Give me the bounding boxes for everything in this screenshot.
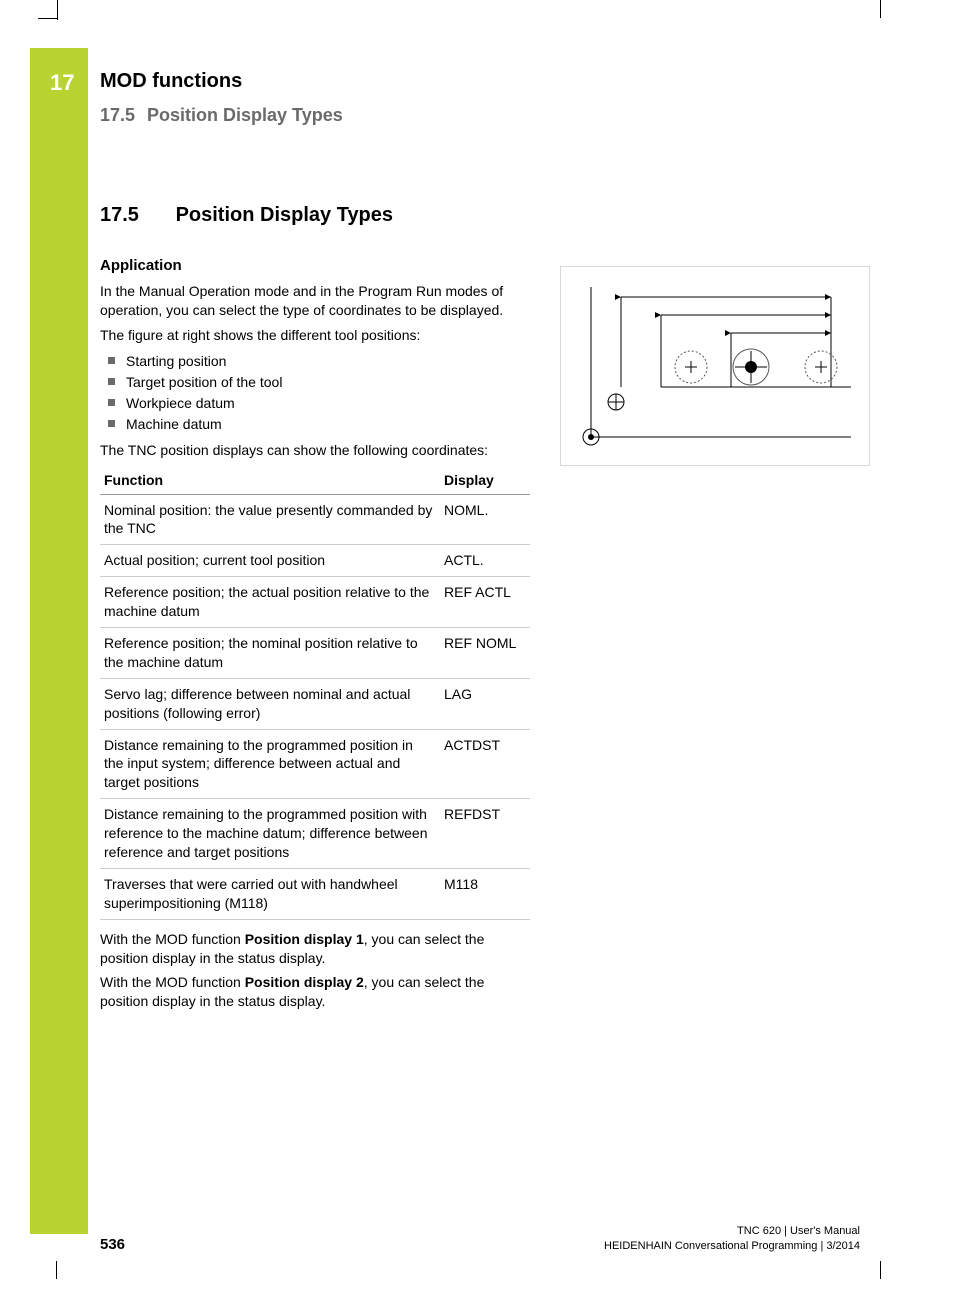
paragraph: With the MOD function Position display 2… [100, 973, 530, 1011]
cell-display: LAG [440, 678, 530, 729]
section-number: 17.5 [100, 204, 170, 227]
cell-function: Traverses that were carried out with han… [100, 868, 440, 919]
main-content: 17.5 Position Display Types Application … [100, 204, 530, 1017]
cell-display: REF ACTL [440, 577, 530, 628]
cell-function: Distance remaining to the programmed pos… [100, 729, 440, 799]
section-heading: 17.5 Position Display Types [100, 204, 530, 227]
table-header-function: Function [100, 466, 440, 495]
bold-term: Position display 2 [245, 974, 364, 990]
text: With the MOD function [100, 974, 245, 990]
table-row: Distance remaining to the programmed pos… [100, 799, 530, 869]
cell-display: ACTDST [440, 729, 530, 799]
crop-mark [880, 1259, 900, 1279]
cell-display: REF NOML [440, 628, 530, 679]
footer-line: HEIDENHAIN Conversational Programming | … [604, 1239, 860, 1253]
table-row: Nominal position: the value presently co… [100, 494, 530, 545]
cell-function: Actual position; current tool position [100, 545, 440, 577]
table-row: Traverses that were carried out with han… [100, 868, 530, 919]
footer-right: TNC 620 | User's Manual HEIDENHAIN Conve… [604, 1224, 860, 1253]
crop-mark [38, 0, 58, 20]
bold-term: Position display 1 [245, 931, 364, 947]
running-section: 17.5 Position Display Types [100, 105, 860, 126]
cell-display: REFDST [440, 799, 530, 869]
cell-display: M118 [440, 868, 530, 919]
section-number: 17.5 [100, 105, 142, 126]
coordinates-table: Function Display Nominal position: the v… [100, 466, 530, 920]
sidebar-accent [30, 48, 88, 1234]
cell-function: Reference position; the actual position … [100, 577, 440, 628]
table-row: Servo lag; difference between nominal an… [100, 678, 530, 729]
section-title: Position Display Types [176, 204, 393, 226]
list-item: Workpiece datum [104, 393, 530, 414]
chapter-title: MOD functions [100, 70, 860, 93]
crop-mark [38, 1259, 58, 1279]
table-row: Reference position; the actual position … [100, 577, 530, 628]
paragraph: The TNC position displays can show the f… [100, 441, 530, 460]
text: With the MOD function [100, 931, 245, 947]
cell-function: Servo lag; difference between nominal an… [100, 678, 440, 729]
table-row: Distance remaining to the programmed pos… [100, 729, 530, 799]
table-row: Actual position; current tool positionAC… [100, 545, 530, 577]
list-item: Machine datum [104, 414, 530, 435]
paragraph: With the MOD function Position display 1… [100, 930, 530, 968]
subheading-application: Application [100, 257, 530, 274]
tool-positions-figure [560, 266, 870, 466]
cell-function: Distance remaining to the programmed pos… [100, 799, 440, 869]
page-number: 536 [100, 1236, 125, 1253]
table-row: Reference position; the nominal position… [100, 628, 530, 679]
bullet-list: Starting position Target position of the… [104, 351, 530, 435]
crop-mark [880, 0, 900, 20]
footer-line: TNC 620 | User's Manual [604, 1224, 860, 1238]
table-header-display: Display [440, 466, 530, 495]
cell-function: Nominal position: the value presently co… [100, 494, 440, 545]
diagram-svg [561, 267, 871, 467]
list-item: Target position of the tool [104, 372, 530, 393]
cell-display: NOML. [440, 494, 530, 545]
page-footer: 536 TNC 620 | User's Manual HEIDENHAIN C… [100, 1236, 860, 1253]
paragraph: The figure at right shows the different … [100, 326, 530, 345]
cell-function: Reference position; the nominal position… [100, 628, 440, 679]
page-header: MOD functions 17.5 Position Display Type… [100, 70, 860, 126]
section-title: Position Display Types [147, 105, 343, 125]
chapter-number: 17 [50, 70, 74, 96]
cell-display: ACTL. [440, 545, 530, 577]
list-item: Starting position [104, 351, 530, 372]
paragraph: In the Manual Operation mode and in the … [100, 282, 530, 320]
